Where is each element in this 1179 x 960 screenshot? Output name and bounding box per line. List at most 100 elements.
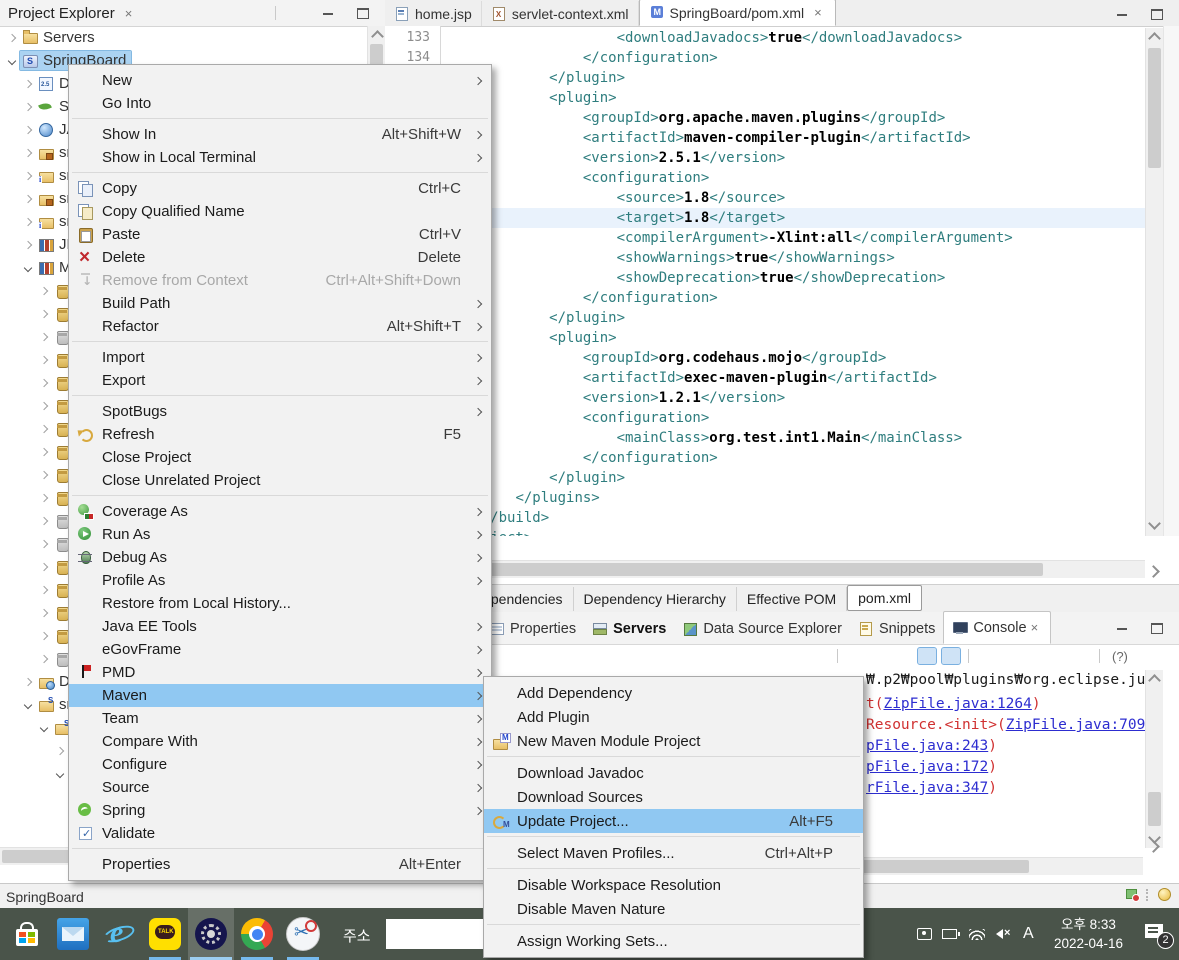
menu-item-export[interactable]: Export — [69, 369, 491, 392]
item-remove-all-terminated[interactable] — [811, 648, 829, 664]
menu-item-close-project[interactable]: Close Project — [69, 446, 491, 469]
item-display-selected-console[interactable] — [1001, 648, 1019, 664]
item-scroll-lock[interactable] — [870, 648, 888, 664]
menu-item-configure[interactable]: Configure — [69, 753, 491, 776]
taskbar-app-kakaotalk[interactable] — [142, 908, 188, 960]
menu-item-copy-qualified-name[interactable]: Copy Qualified Name — [69, 200, 491, 223]
menu-item-add-plugin[interactable]: Add Plugin — [484, 705, 863, 729]
tray-item-tray-wifi[interactable] — [964, 908, 990, 960]
menu-item-spring[interactable]: Spring — [69, 799, 491, 822]
action-center-icon[interactable]: 2 — [1135, 908, 1179, 960]
taskbar-app-chrome[interactable] — [234, 908, 280, 960]
pom-page-tab-dependency-hierarchy[interactable]: Dependency Hierarchy — [574, 587, 737, 611]
tray-item-tray-ime-korean[interactable] — [1016, 908, 1042, 960]
expander-icon[interactable] — [36, 633, 52, 639]
close-icon[interactable]: × — [1027, 620, 1043, 635]
menu-item-team[interactable]: Team — [69, 707, 491, 730]
menu-item-show-in-local-terminal[interactable]: Show in Local Terminal — [69, 146, 491, 169]
menu-item-new-maven-module-project[interactable]: New Maven Module Project — [484, 729, 863, 753]
minimize-icon[interactable] — [1114, 620, 1132, 636]
minimize-icon[interactable] — [320, 5, 338, 21]
menu-item-egovframe[interactable]: eGovFrame — [69, 638, 491, 661]
expander-icon[interactable] — [36, 610, 52, 616]
item-remove-launch[interactable] — [787, 648, 805, 664]
editor-tab-servlet-context-xml[interactable]: servlet-context.xml × — [482, 1, 639, 26]
expander-icon[interactable] — [20, 242, 36, 248]
menu-item-coverage-as[interactable]: Coverage As — [69, 500, 491, 523]
item-filter[interactable] — [249, 4, 267, 20]
item-terminate[interactable] — [763, 648, 781, 664]
menu-item-restore-from-local-history[interactable]: Restore from Local History... — [69, 592, 491, 615]
item-show-stdout[interactable] — [917, 647, 937, 665]
menu-item-profile-as[interactable]: Profile As — [69, 569, 491, 592]
editor-tab-springboard-pom-xml[interactable]: SpringBoard/pom.xml × — [638, 0, 836, 26]
expander-icon[interactable] — [36, 311, 52, 317]
stack-trace-link[interactable]: rFile.java:347 — [866, 780, 988, 796]
menu-item-pmd[interactable]: PMD — [69, 661, 491, 684]
menu-item-close-unrelated-project[interactable]: Close Unrelated Project — [69, 469, 491, 492]
menu-item-disable-workspace-resolution[interactable]: Disable Workspace Resolution — [484, 873, 863, 897]
expander-icon[interactable] — [20, 150, 36, 156]
item-display-console-menu[interactable] — [1025, 648, 1043, 664]
expander-icon[interactable] — [36, 449, 52, 455]
item-pin-console[interactable] — [977, 648, 995, 664]
menu-item-java-ee-tools[interactable]: Java EE Tools — [69, 615, 491, 638]
item-show-stderr[interactable] — [941, 647, 961, 665]
maximize-icon[interactable] — [1148, 620, 1166, 636]
stack-trace-link[interactable]: ZipFile.java:1264 — [883, 696, 1031, 712]
menu-item-validate[interactable]: Validate — [69, 822, 491, 845]
view-tab-servers[interactable]: Servers × — [584, 613, 674, 644]
close-icon[interactable]: × — [810, 5, 826, 20]
editor-tab-home-jsp[interactable]: home.jsp × — [385, 1, 482, 26]
item-item[interactable]: (?) — [1108, 648, 1128, 664]
menu-item-refresh[interactable]: Refresh F5 — [69, 423, 491, 446]
menu-item-debug-as[interactable]: Debug As — [69, 546, 491, 569]
expander-icon[interactable] — [36, 472, 52, 478]
view-tab-data-source-explorer[interactable]: Data Source Explorer × — [674, 613, 850, 644]
menu-item-copy[interactable]: Copy Ctrl+C — [69, 177, 491, 200]
menu-item-spotbugs[interactable]: SpotBugs — [69, 400, 491, 423]
menu-item-properties[interactable]: Properties Alt+Enter — [69, 853, 491, 876]
tab-project-explorer[interactable]: Project Explorer — [0, 5, 121, 22]
stack-trace-link[interactable]: pFile.java:243 — [866, 738, 988, 754]
expander-icon[interactable] — [36, 656, 52, 662]
item-clear-console[interactable] — [846, 648, 864, 664]
stack-trace-link[interactable]: ZipFile.java:709 — [1006, 717, 1145, 733]
menu-item-build-path[interactable]: Build Path — [69, 292, 491, 315]
expander-icon[interactable] — [20, 702, 36, 708]
menu-item-download-javadoc[interactable]: Download Javadoc — [484, 761, 863, 785]
expander-icon[interactable] — [20, 104, 36, 110]
pom-page-tab-effective-pom[interactable]: Effective POM — [737, 587, 848, 611]
taskbar-clock[interactable]: 오후 8:33 2022-04-16 — [1042, 915, 1135, 953]
menu-item-new[interactable]: New — [69, 69, 491, 92]
sync-status-icon[interactable] — [1126, 888, 1140, 902]
view-tab-snippets[interactable]: Snippets × — [850, 613, 943, 644]
taskbar-app-snipping-tool[interactable] — [280, 908, 326, 960]
item-overflow-dots[interactable] — [284, 4, 302, 20]
expander-icon[interactable] — [36, 564, 52, 570]
expander-icon[interactable] — [20, 219, 36, 225]
menu-item-remove-from-context[interactable]: Remove from Context Ctrl+Alt+Shift+Down — [69, 269, 491, 292]
item-link-with-editor[interactable] — [225, 4, 243, 20]
expander-icon[interactable] — [52, 748, 68, 754]
menu-item-show-in[interactable]: Show In Alt+Shift+W — [69, 123, 491, 146]
maximize-icon[interactable] — [1148, 6, 1166, 22]
tree-item-servers[interactable]: Servers — [0, 26, 367, 49]
expander-icon[interactable] — [20, 127, 36, 133]
item-open-console-menu[interactable] — [1073, 648, 1091, 664]
maximize-icon[interactable] — [354, 5, 372, 21]
menu-item-update-project[interactable]: Update Project... Alt+F5 — [484, 809, 863, 833]
expander-icon[interactable] — [4, 58, 20, 64]
console-vertical-scrollbar[interactable] — [1145, 670, 1163, 848]
menu-item-import[interactable]: Import — [69, 346, 491, 369]
expander-icon[interactable] — [36, 426, 52, 432]
expander-icon[interactable] — [36, 518, 52, 524]
tips-lightbulb-icon[interactable] — [1158, 888, 1171, 901]
tray-item-tray-display[interactable] — [912, 908, 938, 960]
expander-icon[interactable] — [36, 334, 52, 340]
menu-item-select-maven-profiles[interactable]: Select Maven Profiles... Ctrl+Alt+P — [484, 841, 863, 865]
menu-item-run-as[interactable]: Run As — [69, 523, 491, 546]
expander-icon[interactable] — [36, 541, 52, 547]
menu-item-compare-with[interactable]: Compare With — [69, 730, 491, 753]
stack-trace-link[interactable]: pFile.java:172 — [866, 759, 988, 775]
